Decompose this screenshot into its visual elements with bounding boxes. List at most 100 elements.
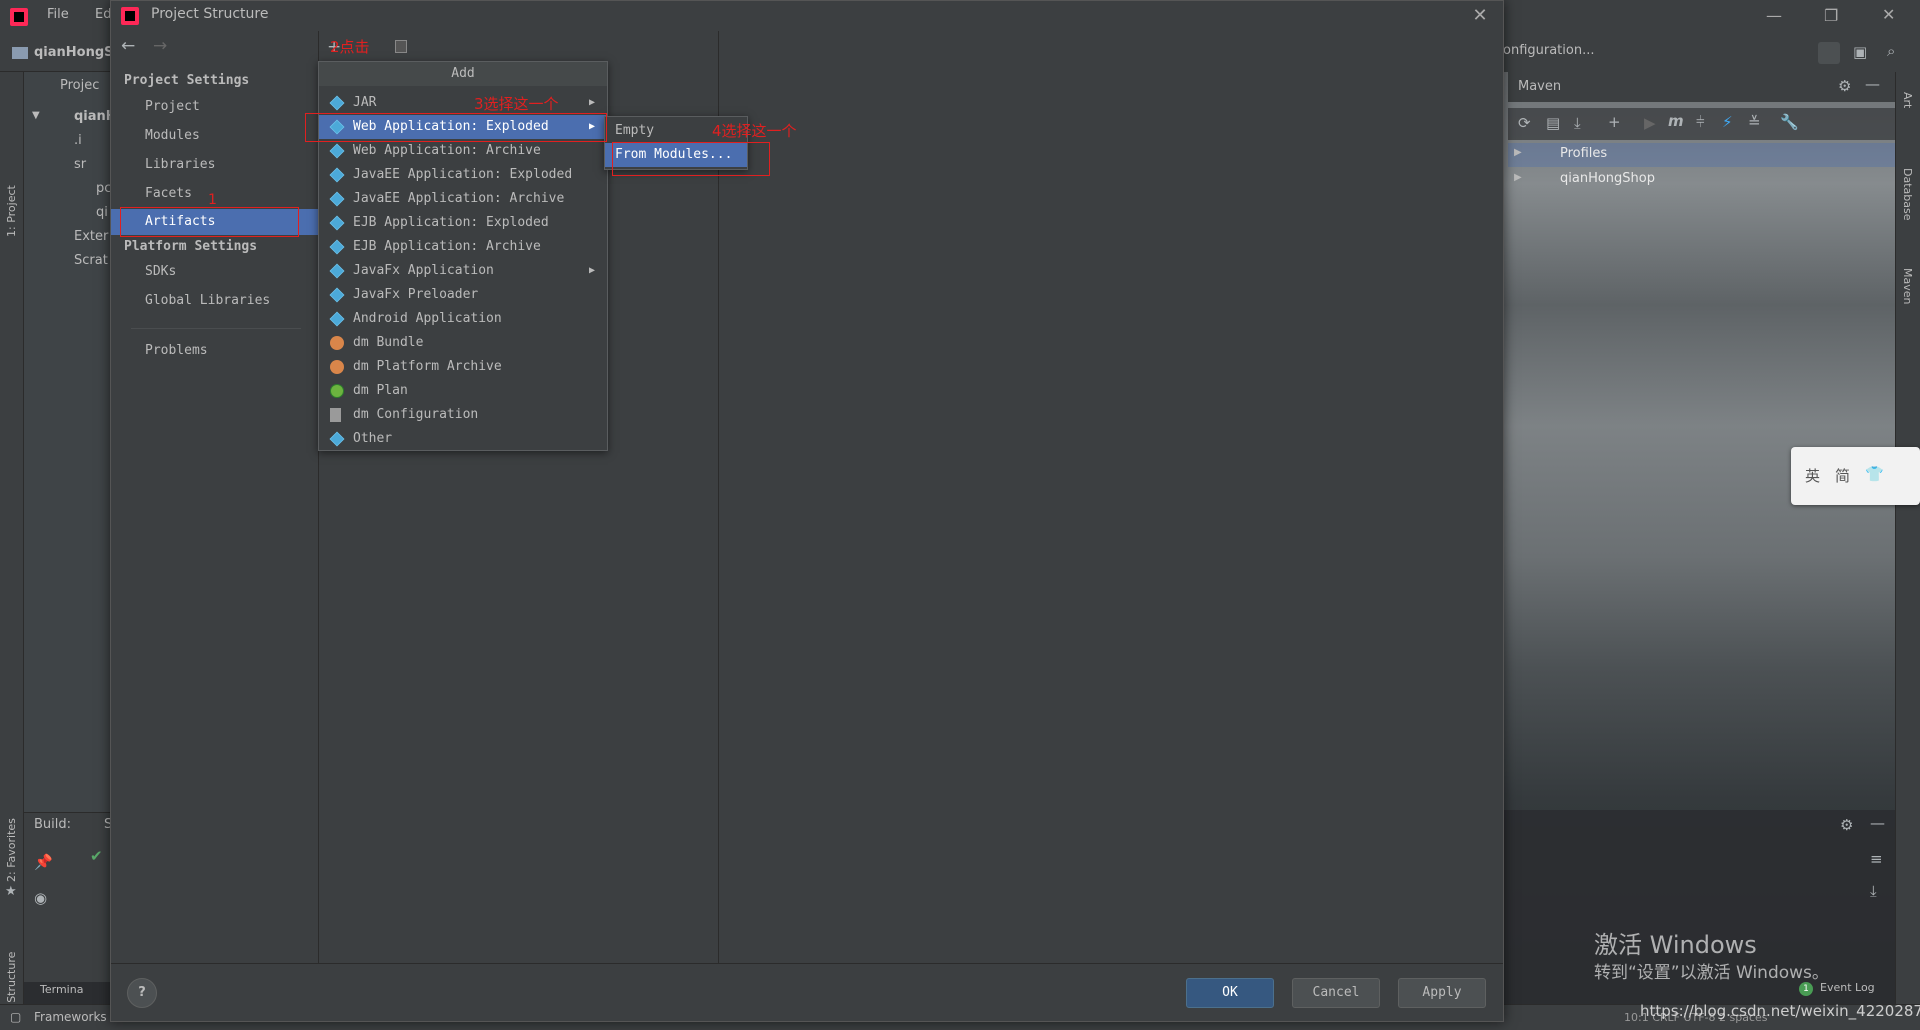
- ime-skin-icon[interactable]: 👕: [1865, 465, 1884, 483]
- menu-item-dm-bundle[interactable]: dm Bundle: [319, 331, 607, 355]
- nav-item-sdks[interactable]: SDKs: [111, 259, 319, 285]
- menu-item-label: Web Application: Archive: [353, 143, 541, 158]
- search-icon[interactable]: ⌕: [1887, 42, 1895, 60]
- reload-icon[interactable]: ⟳: [1518, 114, 1531, 132]
- back-arrow-icon[interactable]: ←: [121, 36, 135, 56]
- project-tool-window: Projec ▼ qianH .i sr pc qi Exter Scrat: [24, 72, 112, 812]
- menu-item-javafx-application[interactable]: JavaFx Application ▶: [319, 259, 607, 283]
- menu-item-android-application[interactable]: Android Application: [319, 307, 607, 331]
- dm-bundle-icon: [330, 336, 344, 350]
- add-icon[interactable]: +: [1608, 113, 1621, 131]
- eye-icon[interactable]: ◉: [34, 889, 47, 907]
- hide-icon[interactable]: —: [1865, 75, 1880, 93]
- pin-icon[interactable]: 📌: [34, 853, 53, 871]
- menu-item-jar[interactable]: JAR ▶: [319, 91, 607, 115]
- hide-icon[interactable]: —: [1870, 814, 1885, 832]
- success-check-icon: ✔: [90, 847, 103, 865]
- expand-arrow-icon[interactable]: ▶: [1514, 147, 1522, 158]
- ime-toolbar[interactable]: 英 简 👕: [1791, 447, 1920, 505]
- help-button[interactable]: ?: [127, 978, 157, 1008]
- forward-arrow-icon[interactable]: →: [153, 36, 167, 56]
- menu-item-label: JavaEE Application: Archive: [353, 191, 565, 206]
- menu-item-dm-platform-archive[interactable]: dm Platform Archive: [319, 355, 607, 379]
- annotation-box-from-modules: [612, 142, 770, 176]
- nav-item-modules[interactable]: Modules: [111, 123, 319, 149]
- restore-icon[interactable]: ❐: [1824, 6, 1838, 25]
- menu-item-javafx-preloader[interactable]: JavaFx Preloader: [319, 283, 607, 307]
- project-structure-button-icon[interactable]: [1818, 42, 1840, 64]
- menu-item-web-app-archive[interactable]: Web Application: Archive: [319, 139, 607, 163]
- annotation-step-4: 4选择这一个: [712, 122, 797, 140]
- tree-root[interactable]: qianH: [74, 109, 112, 124]
- skip-tests-icon[interactable]: ⚡: [1722, 113, 1733, 131]
- menu-item-label: dm Bundle: [353, 335, 424, 350]
- soft-wrap-icon[interactable]: ≡: [1870, 850, 1883, 868]
- maven-tree-project[interactable]: qianHongShop: [1560, 171, 1655, 186]
- tree-item[interactable]: sr: [74, 157, 86, 172]
- menu-item-label: EJB Application: Archive: [353, 239, 541, 254]
- generate-sources-icon[interactable]: ▤: [1546, 114, 1560, 132]
- build-label: Build:: [34, 817, 72, 832]
- maven-goal-icon[interactable]: m: [1668, 112, 1684, 130]
- layout-icon[interactable]: ▣: [1853, 43, 1867, 61]
- minimize-icon[interactable]: —: [1766, 6, 1782, 25]
- artifact-icon: [329, 431, 345, 447]
- ime-mode[interactable]: 简: [1835, 465, 1850, 486]
- ime-language[interactable]: 英: [1805, 465, 1820, 486]
- menu-edit[interactable]: Ed: [95, 7, 111, 22]
- collapse-icon[interactable]: ≚: [1748, 113, 1761, 131]
- menu-item-ejb-archive[interactable]: EJB Application: Archive: [319, 235, 607, 259]
- scroll-to-end-icon[interactable]: ⤓: [1870, 882, 1877, 900]
- blog-url-watermark: https://blog.csdn.net/weixin_42202874: [1640, 1002, 1920, 1020]
- menu-item-dm-configuration[interactable]: dm Configuration: [319, 403, 607, 427]
- database-tool-tab[interactable]: Database: [1901, 168, 1914, 221]
- menu-item-ejb-exploded[interactable]: EJB Application: Exploded: [319, 211, 607, 235]
- frameworks-icon[interactable]: ▢: [10, 1010, 21, 1024]
- toggle-offline-icon[interactable]: ⫩: [1696, 113, 1705, 131]
- scratches[interactable]: Scrat: [74, 253, 108, 268]
- right-tool-stripe: Art Database Maven: [1895, 72, 1920, 1004]
- favorites-tool-tab[interactable]: 2: Favorites: [5, 818, 18, 882]
- expand-arrow-icon[interactable]: ▼: [32, 110, 40, 121]
- terminal-tab[interactable]: Termina: [40, 983, 83, 996]
- close-window-icon[interactable]: ✕: [1882, 5, 1895, 24]
- tree-item[interactable]: qi: [96, 205, 108, 220]
- close-icon[interactable]: ✕: [1467, 4, 1493, 28]
- maven-tree-profiles[interactable]: Profiles: [1560, 146, 1607, 161]
- project-tool-tab[interactable]: 1: Project: [5, 185, 18, 237]
- javafx-artifact-icon: [329, 287, 345, 303]
- menu-item-other[interactable]: Other: [319, 427, 607, 451]
- cancel-button[interactable]: Cancel: [1292, 978, 1380, 1008]
- nav-item-project[interactable]: Project: [111, 94, 319, 120]
- nav-item-global-libraries[interactable]: Global Libraries: [111, 288, 319, 314]
- dialog-footer: ? OK Cancel Apply: [111, 963, 1503, 1021]
- menu-file[interactable]: File: [47, 7, 69, 22]
- annotation-step-2: 2点击: [330, 38, 370, 56]
- annotation-cursor-icon: [395, 40, 407, 53]
- download-icon[interactable]: ⤓: [1574, 114, 1581, 132]
- frameworks-tab[interactable]: Frameworks: [34, 1010, 107, 1024]
- nav-item-libraries[interactable]: Libraries: [111, 152, 319, 178]
- run-icon[interactable]: ▶: [1644, 114, 1656, 132]
- menu-item-dm-plan[interactable]: dm Plan: [319, 379, 607, 403]
- gear-icon[interactable]: ⚙: [1840, 816, 1853, 834]
- dm-configuration-icon: [330, 408, 341, 422]
- maven-tool-tab[interactable]: Maven: [1901, 268, 1914, 304]
- menu-item-javaee-exploded[interactable]: JavaEE Application: Exploded: [319, 163, 607, 187]
- apply-button[interactable]: Apply: [1398, 978, 1486, 1008]
- nav-divider: [131, 328, 301, 329]
- annotation-step-1: 1: [208, 192, 217, 208]
- ejb-artifact-icon: [329, 215, 345, 231]
- art-tool-tab[interactable]: Art: [1901, 92, 1914, 108]
- run-configuration-bar: onfiguration... ▣ ⌕: [1503, 34, 1920, 72]
- nav-item-problems[interactable]: Problems: [111, 338, 319, 364]
- expand-arrow-icon[interactable]: ▶: [1514, 172, 1522, 183]
- tree-item[interactable]: .i: [74, 133, 82, 148]
- project-view-tab[interactable]: Projec: [60, 78, 99, 93]
- external-libraries[interactable]: Exter: [74, 229, 108, 244]
- gear-icon[interactable]: ⚙: [1838, 77, 1851, 95]
- settings-wrench-icon[interactable]: 🔧: [1780, 113, 1799, 131]
- ok-button[interactable]: OK: [1186, 978, 1274, 1008]
- menu-item-javaee-archive[interactable]: JavaEE Application: Archive: [319, 187, 607, 211]
- run-configuration-dropdown[interactable]: onfiguration...: [1503, 43, 1594, 58]
